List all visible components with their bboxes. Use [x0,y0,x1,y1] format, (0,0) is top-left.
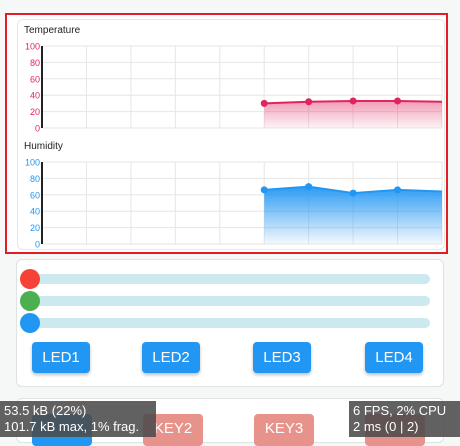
humidity-chart-title: Humidity [24,141,63,152]
temperature-point [394,97,402,105]
humidity-y-tick-label: 100 [25,158,40,168]
charts-card: Temperature 100 80 60 40 20 0 Humidity 100 80 60 40… [17,19,445,250]
key3-button[interactable]: KEY3 [254,414,314,446]
blue-slider-knob[interactable] [20,313,40,333]
temperature-area [264,100,442,128]
green-slider[interactable] [20,291,430,311]
humidity-point [394,186,402,194]
red-slider[interactable] [20,269,430,289]
temperature-y-tick-label: 100 [25,42,40,52]
humidity-y-tick-label: 60 [30,190,40,200]
led1-button[interactable]: LED1 [32,342,90,373]
temperature-point [260,99,268,107]
humidity-y-tick-label: 0 [35,240,40,250]
charts-svg: Temperature 100 80 60 40 20 0 Humidity 100 80 60 40… [24,25,443,250]
memory-max: 101.7 kB max, 1% frag. [4,419,140,434]
memory-usage: 53.5 kB (22%) [4,403,87,418]
controls-panel: LED1 LED2 LED3 LED4 [16,259,444,387]
temperature-y-tick-label: 20 [30,107,40,117]
temperature-y-tick-label: 40 [30,91,40,101]
humidity-y-tick-label: 20 [30,223,40,233]
blue-slider[interactable] [20,313,430,333]
led3-button[interactable]: LED3 [253,342,311,373]
temperature-y-tick-label: 80 [30,58,40,68]
render-time: 2 ms (0 | 2) [353,419,419,434]
humidity-point [260,186,268,194]
humidity-y-tick-label: 80 [30,174,40,184]
performance-stats: 6 FPS, 2% CPU 2 ms (0 | 2) [349,401,460,437]
humidity-point [349,189,357,197]
led4-button[interactable]: LED4 [365,342,423,373]
charts-panel: Temperature 100 80 60 40 20 0 Humidity 100 80 60 40… [5,13,448,254]
temperature-y-tick-label: 0 [35,124,40,134]
memory-stats: 53.5 kB (22%) 101.7 kB max, 1% frag. [0,401,156,437]
temperature-chart-title: Temperature [24,25,81,36]
humidity-y-tick-label: 40 [30,207,40,217]
humidity-point [305,183,313,191]
temperature-y-tick-label: 60 [30,74,40,84]
temperature-point [305,98,313,106]
green-slider-knob[interactable] [20,291,40,311]
fps-cpu: 6 FPS, 2% CPU [353,403,447,418]
led2-button[interactable]: LED2 [142,342,200,373]
temperature-point [349,97,357,105]
red-slider-knob[interactable] [20,269,40,289]
